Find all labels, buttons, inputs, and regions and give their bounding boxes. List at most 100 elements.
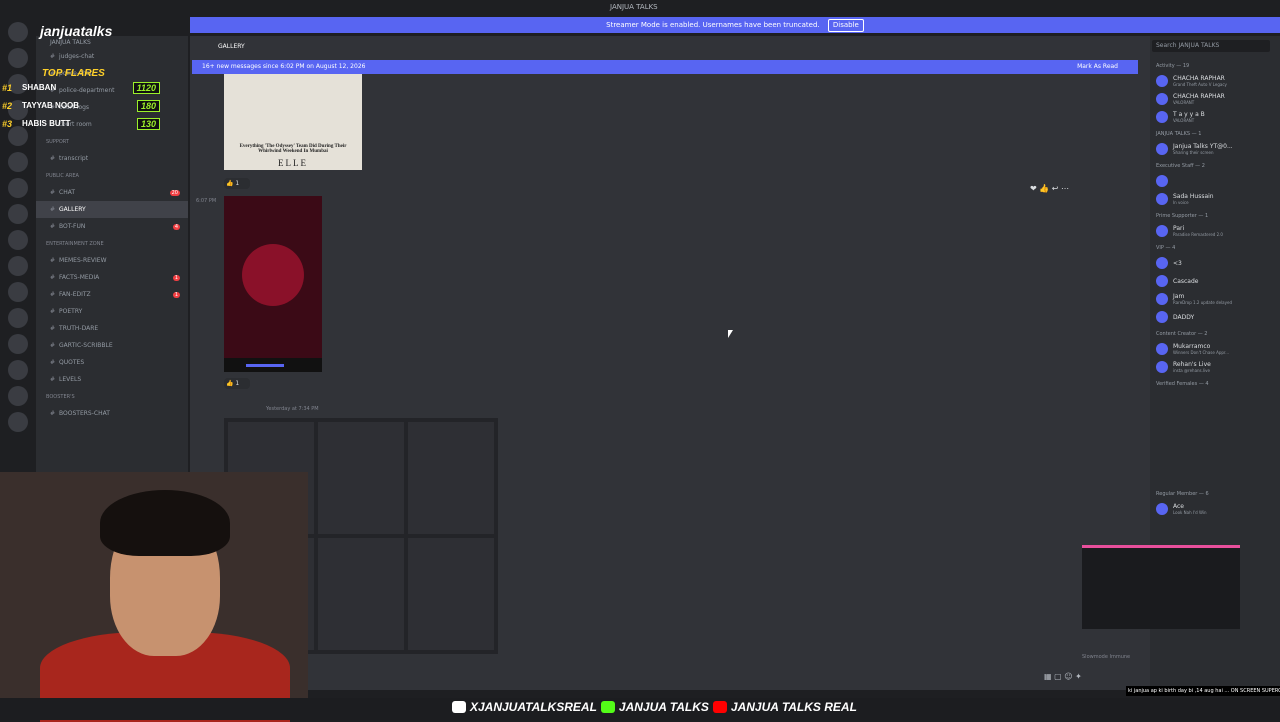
member-name: Sada Hussain: [1173, 193, 1214, 200]
reaction-thumbs-up[interactable]: 👍 1: [224, 378, 250, 389]
screenshot[interactable]: [408, 538, 494, 650]
streamer-mode-text: Streamer Mode is enabled. Usernames have…: [606, 21, 820, 29]
channel-item[interactable]: # FACTS-MEDIA 1: [36, 269, 188, 286]
channel-item[interactable]: # BOOSTERS-CHAT: [36, 405, 188, 422]
reaction-count: 1: [235, 380, 240, 387]
member-group-title: Prime Supporter — 1: [1156, 213, 1209, 219]
member-item[interactable]: Mukarramco Winners Don't Chase Appr...: [1150, 340, 1280, 358]
channel-item-bot-fun[interactable]: # BOT-FUN 4: [36, 218, 188, 235]
category-public-area[interactable]: PUBLIC AREA: [36, 167, 188, 184]
channel-item[interactable]: # QUOTES: [36, 354, 188, 371]
server-icon[interactable]: [8, 204, 28, 224]
server-icon[interactable]: [8, 282, 28, 302]
channel-item[interactable]: # judges-chat: [36, 48, 188, 65]
member-item[interactable]: DADDY: [1150, 308, 1280, 326]
video-attachment[interactable]: [224, 196, 322, 372]
channel-label: GARTIC-SCRIBBLE: [59, 342, 113, 349]
member-item[interactable]: <3: [1150, 254, 1280, 272]
member-name: Pari: [1173, 225, 1185, 232]
server-icon[interactable]: [8, 308, 28, 328]
member-item[interactable]: Jam RareDrop 1.2 update delayed: [1150, 290, 1280, 308]
server-icon[interactable]: [8, 256, 28, 276]
member-status: In voice: [1173, 200, 1189, 205]
hash-icon: #: [50, 189, 56, 196]
member-group-title: Verified Females — 4: [1156, 381, 1209, 387]
overlay-channel-name: janjuatalks: [40, 23, 113, 39]
flare-name: TAYYAB NOOB: [22, 101, 80, 110]
hash-icon: #: [50, 274, 56, 281]
channel-label: POETRY: [59, 308, 83, 315]
channel-item[interactable]: # FAN-EDITZ 1: [36, 286, 188, 303]
avatar: [1156, 175, 1168, 187]
channel-label: judges-chat: [59, 53, 95, 60]
window-title: JANJUA TALKS: [610, 3, 658, 11]
member-item[interactable]: Ace Look Nah I'd Win: [1150, 500, 1280, 518]
message-timestamp: Yesterday at 7:34 PM: [266, 406, 319, 412]
unread-badge: 4: [172, 223, 180, 230]
server-icon[interactable]: [8, 334, 28, 354]
server-search-input[interactable]: Search JANJUA TALKS: [1152, 40, 1270, 52]
channel-label: TRUTH-DARE: [59, 325, 99, 332]
server-icon[interactable]: [8, 178, 28, 198]
top-flares-widget: TOP FLARES #1 SHABAN 1120 #2 TAYYAB NOOB…: [0, 68, 162, 133]
category-boosters[interactable]: BOOSTER'S: [36, 388, 188, 405]
channel-item[interactable]: # TRUTH-DARE: [36, 320, 188, 337]
disable-button[interactable]: Disable: [827, 19, 864, 32]
channel-item[interactable]: # transcript: [36, 150, 188, 167]
new-messages-bar[interactable]: 16+ new messages since 6:02 PM on August…: [192, 60, 1138, 74]
channel-label: transcript: [59, 155, 89, 162]
article-brand: ELLE: [278, 158, 308, 168]
category-entertainment[interactable]: ENTERTAINMENT ZONE: [36, 235, 188, 252]
member-item[interactable]: Pari Paradise Remastered 2.0: [1150, 222, 1280, 240]
server-icon[interactable]: [8, 360, 28, 380]
server-icon[interactable]: [8, 48, 28, 68]
channel-label: LEVELS: [59, 376, 82, 383]
composer-toolbar[interactable]: ▦ ▢ ☺ ✦: [1044, 672, 1082, 681]
member-name: CHACHA RAPHAR: [1173, 75, 1225, 82]
activity-card[interactable]: CHACHA RAPHAR VALORANT: [1150, 90, 1280, 108]
article-image[interactable]: Everything 'The Odyssey' Team Did During…: [224, 74, 362, 170]
screenshot[interactable]: [408, 422, 494, 534]
activity-card[interactable]: CHACHA RAPHAR Grand Theft Auto V Legacy: [1150, 72, 1280, 90]
kick-icon: [600, 701, 615, 713]
member-item[interactable]: Janjua Talks YT@0... Sharing their screen: [1150, 140, 1280, 158]
channel-item[interactable]: # POETRY: [36, 303, 188, 320]
message-hover-toolbar[interactable]: ❤ 👍 ↩ ⋯: [1030, 184, 1130, 196]
flare-row: #3 HABIS BUTT 130: [0, 117, 162, 133]
hash-icon: #: [50, 410, 56, 417]
member-item[interactable]: Cascade: [1150, 272, 1280, 290]
article-caption: Everything 'The Odyssey' Team Did During…: [239, 144, 347, 154]
reaction-thumbs-up[interactable]: 👍 1: [224, 178, 250, 189]
activity-card[interactable]: T a y y a B VALORANT: [1150, 108, 1280, 126]
window-titlebar: JANJUA TALKS: [0, 0, 1280, 16]
channel-name: GALLERY: [218, 43, 245, 50]
hash-icon: #: [50, 257, 56, 264]
hash-icon: #: [50, 53, 56, 60]
member-item[interactable]: [1150, 172, 1280, 190]
avatar: [1156, 275, 1168, 287]
member-status: VALORANT: [1173, 118, 1195, 123]
member-item[interactable]: Sada Hussain In voice: [1150, 190, 1280, 208]
hash-icon: #: [50, 223, 56, 230]
channel-item-chat[interactable]: # CHAT 20: [36, 184, 188, 201]
avatar: [1156, 257, 1168, 269]
server-icon[interactable]: [8, 230, 28, 250]
server-icon[interactable]: [8, 412, 28, 432]
member-item[interactable]: Rehan's Live insta @rehans.live: [1150, 358, 1280, 376]
channel-item[interactable]: # MEMES-REVIEW: [36, 252, 188, 269]
server-icon[interactable]: [8, 386, 28, 406]
channel-item[interactable]: # LEVELS: [36, 371, 188, 388]
category-support[interactable]: SUPPORT: [36, 133, 188, 150]
channel-item-gallery[interactable]: # GALLERY: [36, 201, 188, 218]
mark-as-read-button[interactable]: Mark As Read: [1077, 63, 1118, 70]
screenshot[interactable]: [318, 422, 404, 534]
stream-preview[interactable]: [1082, 545, 1240, 629]
screenshot[interactable]: [318, 538, 404, 650]
avatar: [1156, 293, 1168, 305]
channel-item[interactable]: # GARTIC-SCRIBBLE: [36, 337, 188, 354]
server-icon[interactable]: [8, 152, 28, 172]
unread-badge: 1: [172, 291, 180, 298]
avatar: [1156, 311, 1168, 323]
avatar: [1156, 361, 1168, 373]
video-progress[interactable]: [246, 364, 284, 367]
